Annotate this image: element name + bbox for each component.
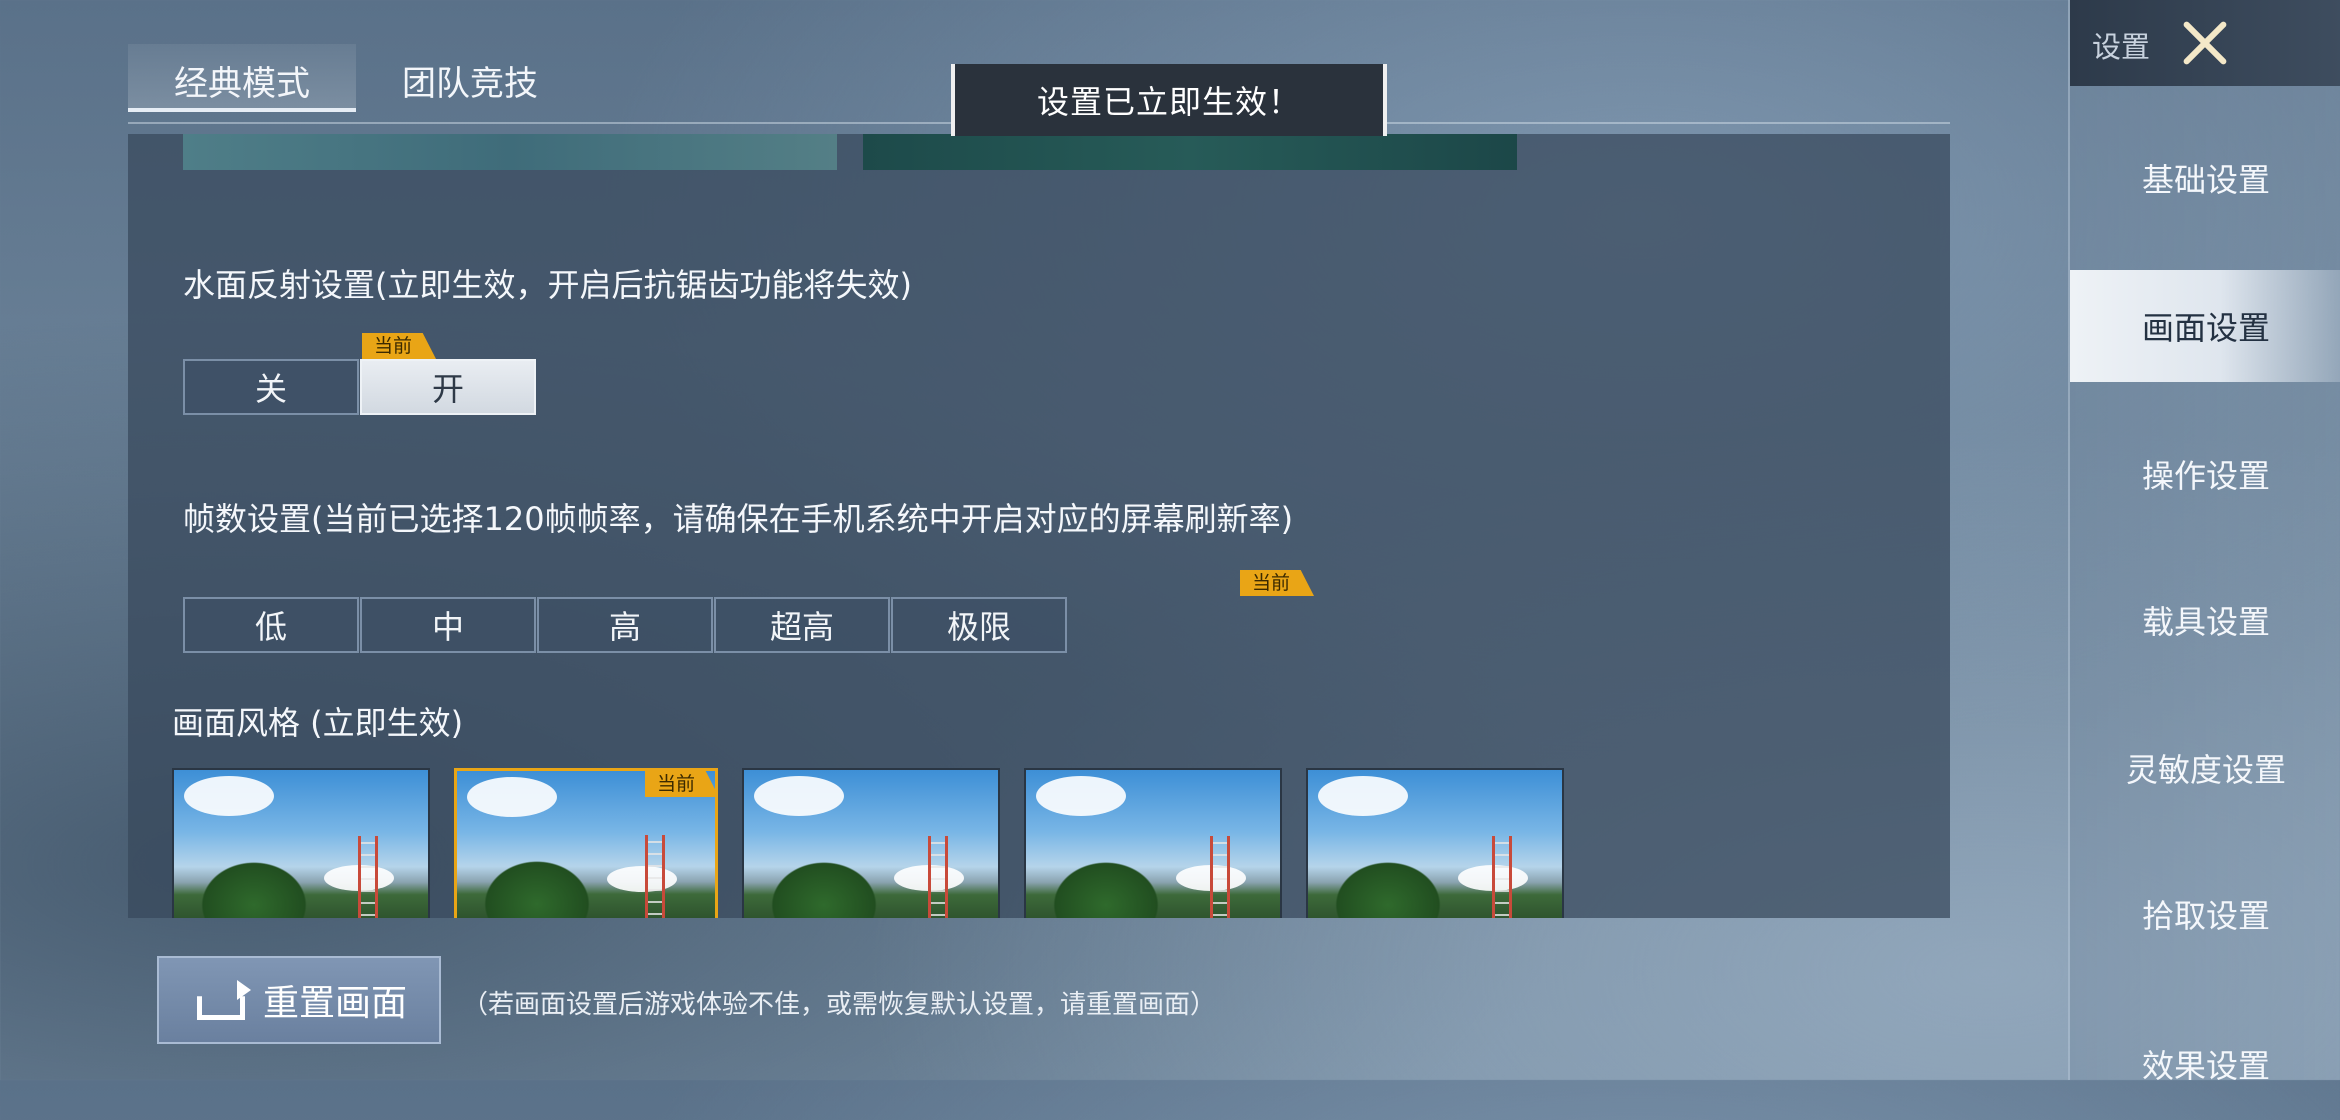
toast-message: 设置已立即生效！: [951, 64, 1387, 136]
water-preview-off: [183, 134, 837, 170]
water-reflection-current-badge: 当前: [362, 333, 437, 359]
frame-rate-medium-button[interactable]: 中: [360, 597, 536, 653]
sidebar-item-pickup[interactable]: 拾取设置: [2070, 858, 2340, 970]
sidebar-item-graphics[interactable]: 画面设置: [2070, 270, 2340, 382]
frame-rate-low-button[interactable]: 低: [183, 597, 359, 653]
close-icon[interactable]: [2176, 14, 2234, 72]
water-preview-on: [863, 134, 1517, 170]
graphics-style-option-current[interactable]: 当前: [454, 768, 718, 918]
water-reflection-off-button[interactable]: 关: [183, 359, 359, 415]
graphics-style-option[interactable]: [742, 768, 1000, 918]
frame-rate-high-button[interactable]: 高: [537, 597, 713, 653]
sidebar-item-effects[interactable]: 效果设置: [2070, 1008, 2340, 1120]
water-reflection-on-button[interactable]: 开: [360, 359, 536, 415]
water-reflection-toggle: 关 开: [183, 359, 537, 415]
settings-sidebar: 设置 基础设置 画面设置 操作设置 载具设置 灵敏度设置 拾取设置 效果设置: [2068, 0, 2340, 1085]
frame-rate-selector: 低 中 高 超高 极限: [183, 597, 1068, 653]
frame-rate-current-badge: 当前: [1240, 570, 1315, 596]
frame-rate-ultra-button[interactable]: 超高: [714, 597, 890, 653]
frame-rate-extreme-button[interactable]: 极限: [891, 597, 1067, 653]
graphics-settings-panel[interactable]: 水面反射设置(立即生效，开启后抗锯齿功能将失效) 当前 关 开 帧数设置(当前已…: [128, 134, 1950, 918]
graphics-style-option[interactable]: [1306, 768, 1564, 918]
water-reflection-label: 水面反射设置(立即生效，开启后抗锯齿功能将失效): [183, 266, 912, 304]
sidebar-header: 设置: [2070, 0, 2340, 86]
graphics-style-label: 画面风格 (立即生效): [172, 704, 464, 742]
graphics-style-options: 当前: [172, 768, 1588, 918]
reset-icon: [197, 980, 251, 1020]
mode-tabs: 经典模式 团队竞技: [128, 44, 584, 124]
graphics-style-current-badge: 当前: [644, 771, 715, 797]
graphics-style-option[interactable]: [172, 768, 430, 918]
tab-team-deathmatch[interactable]: 团队竞技: [356, 44, 584, 112]
tab-classic-mode[interactable]: 经典模式: [128, 44, 356, 112]
sidebar-item-basic[interactable]: 基础设置: [2070, 122, 2340, 234]
sidebar-item-vehicle[interactable]: 载具设置: [2070, 564, 2340, 676]
sidebar-item-sensitivity[interactable]: 灵敏度设置: [2070, 712, 2340, 824]
sidebar-title: 设置: [2092, 30, 2151, 64]
reset-button-label: 重置画面: [263, 983, 408, 1024]
reset-graphics-button[interactable]: 重置画面: [157, 956, 441, 1044]
reset-note: （若画面设置后游戏体验不佳，或需恢复默认设置，请重置画面）: [462, 990, 1217, 1020]
graphics-style-option[interactable]: [1024, 768, 1282, 918]
frame-rate-label: 帧数设置(当前已选择120帧帧率，请确保在手机系统中开启对应的屏幕刷新率): [183, 500, 1294, 538]
sidebar-item-controls[interactable]: 操作设置: [2070, 418, 2340, 530]
